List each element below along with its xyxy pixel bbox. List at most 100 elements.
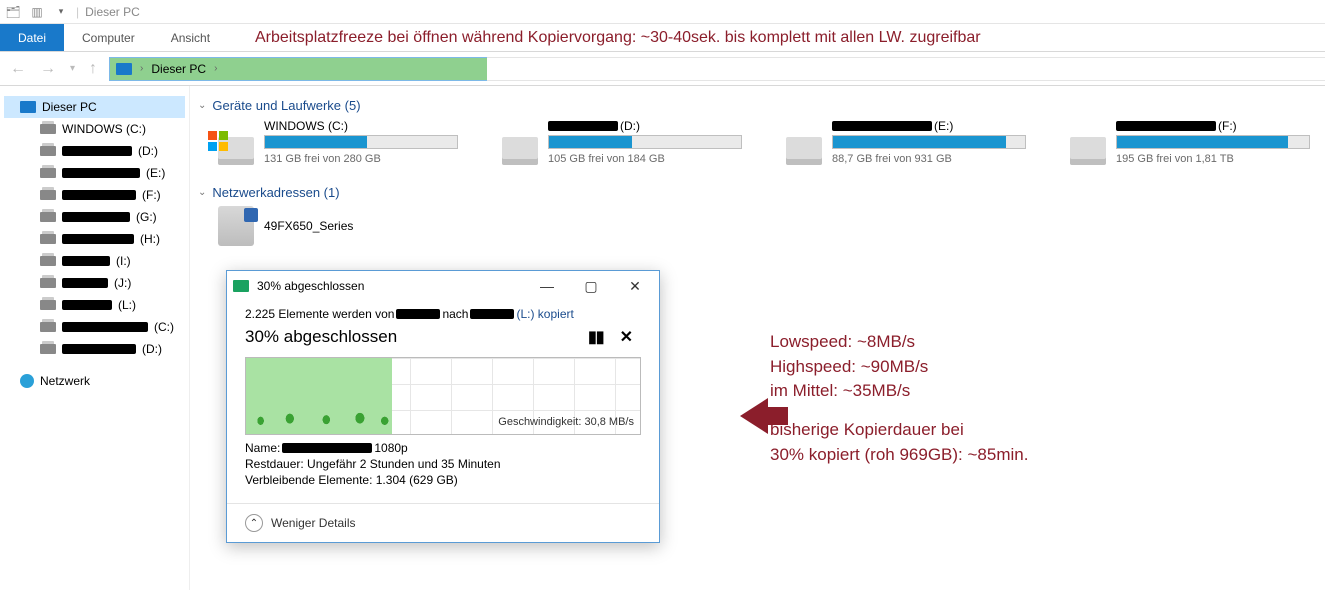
tree-label: (D:)	[142, 342, 162, 356]
drive-icon	[40, 322, 56, 332]
tree-drive[interactable]: (F:)	[4, 184, 185, 206]
remaining-items-line: Verbleibende Elemente: 1.304 (629 GB)	[245, 473, 641, 487]
minimize-button[interactable]: —	[529, 278, 565, 294]
tree-label: (G:)	[136, 210, 157, 224]
drive-icon	[40, 344, 56, 354]
redacted-label	[62, 146, 132, 156]
copy-name-line: Name: 1080p	[245, 441, 641, 455]
close-button[interactable]: ✕	[617, 278, 653, 295]
group-label: Netzwerkadressen (1)	[212, 185, 339, 200]
drive-item[interactable]: (D:) 105 GB frei von 184 GB	[502, 119, 742, 165]
redacted-label	[62, 256, 110, 266]
drive-icon	[40, 190, 56, 200]
capacity-bar	[264, 135, 458, 149]
drive-item[interactable]: (E:) 88,7 GB frei von 931 GB	[786, 119, 1026, 165]
tab-computer[interactable]: Computer	[64, 24, 153, 51]
up-button[interactable]: ↑	[87, 60, 99, 78]
tree-drive[interactable]: (L:)	[4, 294, 185, 316]
tab-file[interactable]: Datei	[0, 24, 64, 51]
drive-icon	[40, 212, 56, 222]
fewer-details-toggle[interactable]: ⌃ Weniger Details	[227, 503, 659, 542]
drive-item[interactable]: WINDOWS (C:) 131 GB frei von 280 GB	[218, 119, 458, 165]
capacity-text: 105 GB frei von 184 GB	[548, 153, 742, 165]
tab-view[interactable]: Ansicht	[153, 24, 228, 51]
drive-letter: (E:)	[934, 119, 953, 133]
tree-drive[interactable]: (D:)	[4, 338, 185, 360]
group-header-drives[interactable]: ⌄ Geräte und Laufwerke (5)	[198, 98, 1325, 113]
dialog-titlebar[interactable]: 30% abgeschlossen — ▢ ✕	[227, 271, 659, 301]
redacted-label	[282, 443, 372, 453]
navigation-bar: ← → ▾ ↑ › Dieser PC ›	[0, 52, 1325, 86]
capacity-text: 88,7 GB frei von 931 GB	[832, 153, 1026, 165]
tree-drive[interactable]: (I:)	[4, 250, 185, 272]
capacity-bar	[832, 135, 1026, 149]
copy-icon	[233, 280, 249, 292]
back-button[interactable]: ←	[8, 60, 28, 78]
group-label: Geräte und Laufwerke (5)	[212, 98, 360, 113]
tree-label: (E:)	[146, 166, 165, 180]
redacted-label	[548, 121, 618, 131]
this-pc-icon	[20, 101, 36, 113]
tree-label: WINDOWS (C:)	[62, 122, 146, 136]
address-bar[interactable]: › Dieser PC ›	[109, 57, 489, 81]
disclose-icon[interactable]: ⌄	[198, 187, 206, 198]
navigation-tree: Dieser PC WINDOWS (C:) (D:) (E:) (F:) (G…	[0, 86, 190, 590]
speed-graph: Geschwindigkeit: 30,8 MB/s	[245, 357, 641, 435]
network-location-item[interactable]: 49FX650_Series	[218, 206, 1325, 246]
group-header-network[interactable]: ⌄ Netzwerkadressen (1)	[198, 185, 1325, 200]
tree-label: (F:)	[142, 188, 161, 202]
recent-locations-dropdown[interactable]: ▾	[68, 63, 77, 74]
capacity-bar	[1116, 135, 1310, 149]
window-title: Dieser PC	[85, 5, 140, 19]
cancel-button[interactable]: ✕	[612, 327, 641, 347]
drive-icon	[40, 124, 56, 134]
drive-label: WINDOWS (C:)	[264, 119, 348, 133]
drive-icon	[40, 234, 56, 244]
tree-label: Dieser PC	[42, 100, 97, 114]
quick-access-dropdown-icon[interactable]: ▾	[52, 3, 70, 21]
remaining-time-line: Restdauer: Ungefähr 2 Stunden und 35 Min…	[245, 457, 641, 471]
maximize-button[interactable]: ▢	[573, 278, 609, 295]
drive-icon	[40, 256, 56, 266]
capacity-bar	[548, 135, 742, 149]
tree-drive[interactable]: (H:)	[4, 228, 185, 250]
capacity-text: 131 GB frei von 280 GB	[264, 153, 458, 165]
copy-progress-dialog: 30% abgeschlossen — ▢ ✕ 2.225 Elemente w…	[226, 270, 660, 543]
drive-letter: (D:)	[620, 119, 640, 133]
drive-icon	[40, 278, 56, 288]
tree-label: (J:)	[114, 276, 131, 290]
tree-drive[interactable]: (J:)	[4, 272, 185, 294]
redacted-label	[62, 278, 108, 288]
quick-access-properties-icon[interactable]: ▥	[28, 3, 46, 21]
media-server-icon	[218, 206, 254, 246]
tree-drive[interactable]: (D:)	[4, 140, 185, 162]
tree-drive[interactable]: (G:)	[4, 206, 185, 228]
drive-item[interactable]: (F:) 195 GB frei von 1,81 TB	[1070, 119, 1310, 165]
window-title-bar: 🗂 ▥ ▾ | Dieser PC	[0, 0, 1325, 24]
tree-drive[interactable]: WINDOWS (C:)	[4, 118, 185, 140]
drive-icon	[218, 137, 254, 165]
forward-button[interactable]: →	[38, 60, 58, 78]
drive-icon	[786, 137, 822, 165]
tree-this-pc[interactable]: Dieser PC	[4, 96, 185, 118]
redacted-label	[62, 300, 112, 310]
tree-label: (I:)	[116, 254, 131, 268]
chevron-right-icon[interactable]: ›	[214, 63, 217, 74]
redacted-label	[470, 309, 514, 319]
tree-drive[interactable]: (E:)	[4, 162, 185, 184]
chevron-right-icon[interactable]: ›	[140, 63, 143, 74]
pause-button[interactable]: ▮▮	[580, 327, 612, 347]
tree-label: (L:)	[118, 298, 136, 312]
address-segment[interactable]: Dieser PC	[151, 62, 206, 76]
tree-label: Netzwerk	[40, 374, 90, 388]
redacted-label	[62, 322, 148, 332]
capacity-text: 195 GB frei von 1,81 TB	[1116, 153, 1310, 165]
progress-heading: 30% abgeschlossen	[245, 327, 397, 347]
drive-icon	[1070, 137, 1106, 165]
disclose-icon[interactable]: ⌄	[198, 100, 206, 111]
tree-network[interactable]: Netzwerk	[4, 370, 185, 392]
redacted-label	[62, 168, 140, 178]
tree-drive[interactable]: (C:)	[4, 316, 185, 338]
annotation-speed-notes: Lowspeed: ~8MB/s Highspeed: ~90MB/s im M…	[770, 330, 1028, 467]
speed-label: Geschwindigkeit: 30,8 MB/s	[498, 416, 634, 428]
